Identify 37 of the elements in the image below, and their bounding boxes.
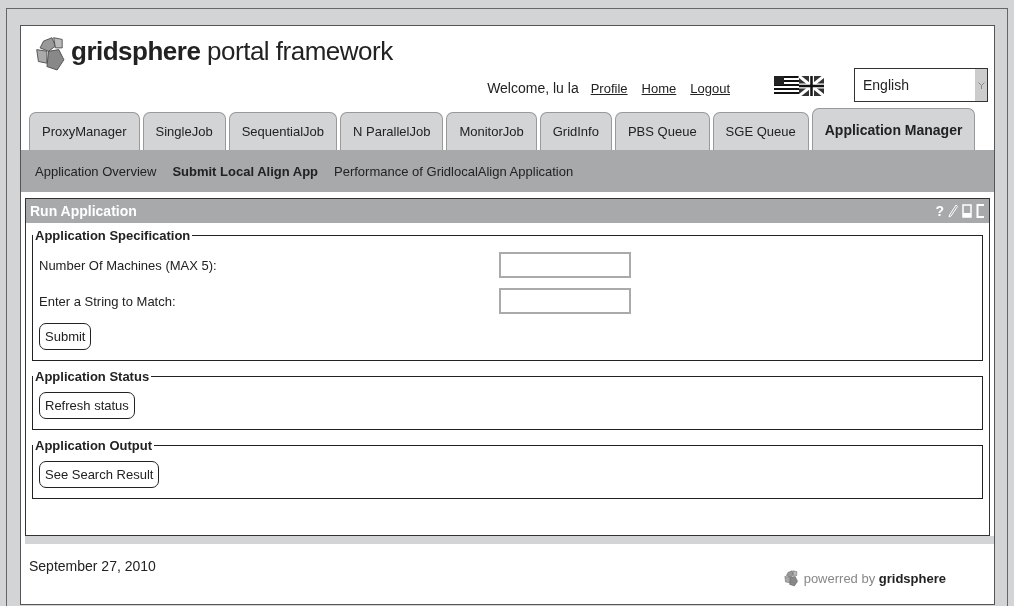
logo-icon: [783, 570, 800, 588]
tab[interactable]: ProxyManager: [29, 112, 140, 150]
tab[interactable]: PBS Queue: [614, 112, 710, 150]
action-button[interactable]: Submit: [39, 323, 92, 350]
input-field[interactable]: [499, 288, 631, 314]
minimize-icon[interactable]: [962, 204, 972, 218]
tab[interactable]: MonitorJob: [446, 112, 537, 150]
nav-link[interactable]: Home: [641, 81, 677, 96]
pencil-icon[interactable]: [948, 204, 958, 218]
action-button[interactable]: See Search Result: [39, 461, 160, 488]
section-legend: Application Specification: [33, 228, 193, 243]
section-legend: Application Status: [33, 369, 152, 384]
logo-text: gridsphere portal framework: [71, 36, 393, 67]
tab[interactable]: SequentialJob: [228, 112, 338, 150]
input-field[interactable]: [499, 252, 631, 278]
flags-icon: [774, 76, 824, 96]
section-legend: Application Output: [33, 438, 154, 453]
language-select[interactable]: English: [854, 68, 988, 102]
tab[interactable]: Application Manager: [811, 108, 976, 150]
subnav-link[interactable]: Application Overview: [35, 163, 157, 179]
welcome-text: Welcome, lu la: [487, 80, 579, 96]
footer-date: September 27, 2010: [29, 558, 156, 574]
tab[interactable]: GridInfo: [539, 112, 612, 150]
nav-link[interactable]: Logout: [690, 81, 730, 96]
tab[interactable]: SingleJob: [142, 112, 226, 150]
subnav-link[interactable]: Submit Local Align App: [172, 163, 319, 179]
dropdown-icon: [977, 81, 985, 89]
action-button[interactable]: Refresh status: [39, 392, 135, 419]
field-label: Enter a String to Match:: [39, 293, 177, 309]
tab[interactable]: N ParallelJob: [340, 112, 444, 150]
tab[interactable]: SGE Queue: [712, 112, 809, 150]
powered-by-text: powerred by gridsphere: [803, 571, 946, 587]
nav-link[interactable]: Profile: [590, 81, 628, 96]
portlet-title: Run Application: [30, 203, 137, 219]
field-label: Number Of Machines (MAX 5):: [39, 257, 218, 273]
subnav-link[interactable]: Performance of GridlocalAlign Application: [334, 163, 574, 179]
maximize-icon[interactable]: [976, 204, 985, 218]
